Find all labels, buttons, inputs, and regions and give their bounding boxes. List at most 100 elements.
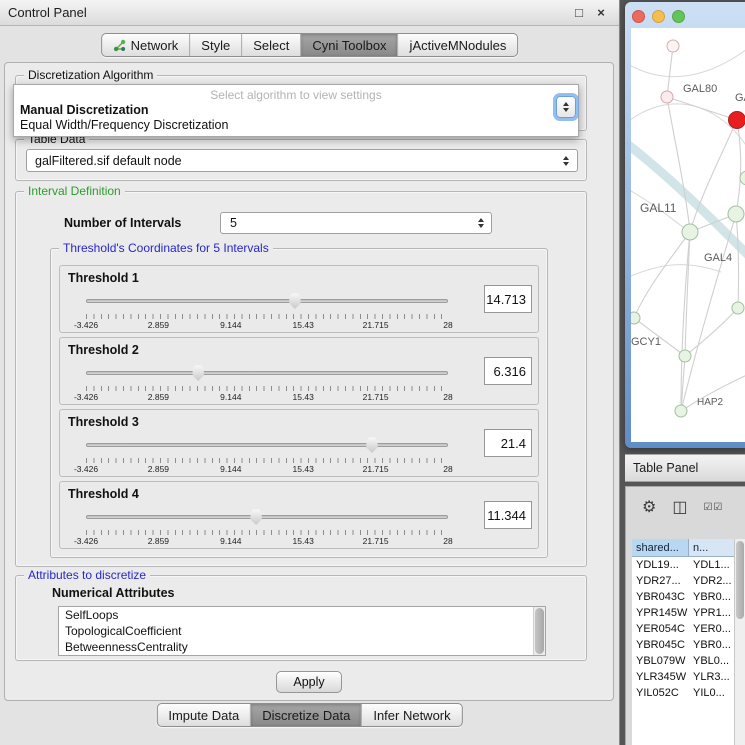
window-traffic-lights (632, 10, 685, 23)
arrow-up-icon (563, 102, 569, 106)
table-scrollbar[interactable] (734, 539, 745, 745)
slider-track[interactable] (86, 515, 448, 519)
list-item[interactable]: TopologicalCoefficient (59, 623, 545, 639)
dropdown-option-manual-discretization[interactable]: Manual Discretization (14, 102, 578, 117)
slider-thumb[interactable] (365, 436, 379, 453)
scale-label: 28 (443, 320, 452, 330)
tab-cyni-toolbox[interactable]: Cyni Toolbox (300, 34, 397, 56)
dropdown-option-equal-width[interactable]: Equal Width/Frequency Discretization (14, 117, 578, 132)
list-item[interactable]: BetweennessCentrality (59, 639, 545, 655)
number-of-intervals-label: Number of Intervals (64, 216, 181, 230)
tab-select[interactable]: Select (241, 34, 300, 56)
minimize-traffic-light-icon[interactable] (652, 10, 665, 23)
tab-label: Style (201, 38, 230, 53)
threshold-value-field[interactable]: 11.344 (484, 501, 532, 529)
table-row[interactable]: YPR145W YPR1... (632, 605, 745, 621)
slider-track[interactable] (86, 371, 448, 375)
cell[interactable]: YER054C (632, 621, 689, 637)
cell[interactable]: YDL19... (632, 557, 689, 573)
slider-ticks (86, 458, 448, 463)
tab-discretize-data[interactable]: Discretize Data (250, 704, 361, 726)
slider-track[interactable] (86, 299, 448, 303)
tab-style[interactable]: Style (189, 34, 241, 56)
threshold-slider[interactable]: -3.426 2.859 9.144 15.43 21.715 28 (86, 436, 448, 476)
network-node[interactable] (728, 206, 744, 222)
numerical-attributes-label: Numerical Attributes (52, 586, 174, 600)
numerical-attributes-list[interactable]: SelfLoops TopologicalCoefficient Between… (58, 606, 546, 656)
threshold-value-field[interactable]: 21.4 (484, 429, 532, 457)
table-row[interactable]: YBR043C YBR0... (632, 589, 745, 605)
network-node[interactable] (661, 91, 673, 103)
network-node[interactable] (682, 224, 698, 240)
cell[interactable]: YLR345W (632, 669, 689, 685)
tab-label: jActiveMNodules (410, 38, 507, 53)
network-icon (113, 39, 126, 52)
network-node[interactable] (631, 312, 640, 324)
tab-impute-data[interactable]: Impute Data (157, 704, 250, 726)
apply-button[interactable]: Apply (276, 671, 342, 693)
close-traffic-light-icon[interactable] (632, 10, 645, 23)
scale-label: 2.859 (148, 392, 169, 402)
list-item[interactable]: SelfLoops (59, 607, 545, 623)
network-canvas[interactable]: GAL80 GA GAL11 GAL4 GCY1 HAP2 (631, 28, 745, 442)
table-row[interactable]: YBL079W YBL0... (632, 653, 745, 669)
network-node[interactable] (732, 302, 744, 314)
network-view-window: GAL80 GA GAL11 GAL4 GCY1 HAP2 (625, 2, 745, 448)
network-node[interactable] (667, 40, 679, 52)
control-panel-titlebar[interactable]: Control Panel □ × (0, 0, 619, 26)
slider-thumb[interactable] (288, 292, 302, 309)
slider-thumb[interactable] (191, 364, 205, 381)
table-panel-window: ⚙ ◫ ☑☑ shared... n... YDL19... YDL1... Y… (625, 486, 745, 745)
tab-label: Infer Network (373, 708, 450, 723)
close-icon[interactable]: × (593, 4, 609, 22)
threshold-slider[interactable]: -3.426 2.859 9.144 15.43 21.715 28 (86, 292, 448, 332)
network-graph: GAL80 GA GAL11 GAL4 GCY1 HAP2 (631, 28, 745, 442)
scrollbar-thumb[interactable] (535, 608, 544, 654)
cell[interactable]: YIL052C (632, 685, 689, 701)
table-row[interactable]: YDR27... YDR2... (632, 573, 745, 589)
table-row[interactable]: YIL052C YIL0... (632, 685, 745, 701)
network-node[interactable] (679, 350, 691, 362)
scrollbar-thumb[interactable] (736, 541, 744, 619)
slider-scale: -3.426 2.859 9.144 15.43 21.715 28 (86, 536, 448, 546)
tab-infer-network[interactable]: Infer Network (361, 704, 461, 726)
cell[interactable]: YBR045C (632, 637, 689, 653)
algorithm-combo-arrows-button[interactable] (556, 96, 576, 118)
threshold-value-field[interactable]: 14.713 (484, 285, 532, 313)
slider-thumb[interactable] (249, 508, 263, 525)
network-node[interactable] (675, 405, 687, 417)
slider-track[interactable] (86, 443, 448, 447)
table-row[interactable]: YLR345W YLR3... (632, 669, 745, 685)
cell[interactable]: YBR043C (632, 589, 689, 605)
scale-label: 28 (443, 464, 452, 474)
gear-icon[interactable]: ⚙ (642, 500, 656, 516)
table-row[interactable]: YDL19... YDL1... (632, 557, 745, 573)
cell[interactable]: YDR27... (632, 573, 689, 589)
table-data-combobox[interactable]: galFiltered.sif default node (26, 149, 578, 172)
slider-scale: -3.426 2.859 9.144 15.43 21.715 28 (86, 464, 448, 474)
cell[interactable]: YPR145W (632, 605, 689, 621)
scale-label: 2.859 (148, 320, 169, 330)
table-panel-titlebar[interactable]: Table Panel (625, 454, 745, 482)
network-node-selected[interactable] (729, 112, 745, 129)
columns-icon[interactable]: ◫ (672, 500, 687, 516)
scale-label: 21.715 (363, 464, 389, 474)
spinner-arrows-icon[interactable] (473, 218, 491, 228)
dropdown-placeholder-option[interactable]: Select algorithm to view settings (14, 88, 578, 102)
threshold-value-field[interactable]: 6.316 (484, 357, 532, 385)
tab-label: Impute Data (168, 708, 239, 723)
table-row[interactable]: YBR045C YBR0... (632, 637, 745, 653)
node-label: GAL11 (640, 201, 677, 215)
column-header-shared-name[interactable]: shared... (632, 539, 689, 556)
threshold-slider[interactable]: -3.426 2.859 9.144 15.43 21.715 28 (86, 508, 448, 548)
table-row[interactable]: YER054C YER0... (632, 621, 745, 637)
attributes-list-scrollbar[interactable] (533, 607, 545, 655)
tab-jactivemnodules[interactable]: jActiveMNodules (398, 34, 518, 56)
float-window-icon[interactable]: □ (571, 4, 587, 22)
select-all-checkboxes-icon[interactable]: ☑☑ (703, 503, 723, 513)
threshold-slider[interactable]: -3.426 2.859 9.144 15.43 21.715 28 (86, 364, 448, 404)
tab-network[interactable]: Network (102, 34, 190, 56)
number-of-intervals-spinner[interactable]: 5 (220, 212, 492, 234)
zoom-traffic-light-icon[interactable] (672, 10, 685, 23)
cell[interactable]: YBL079W (632, 653, 689, 669)
